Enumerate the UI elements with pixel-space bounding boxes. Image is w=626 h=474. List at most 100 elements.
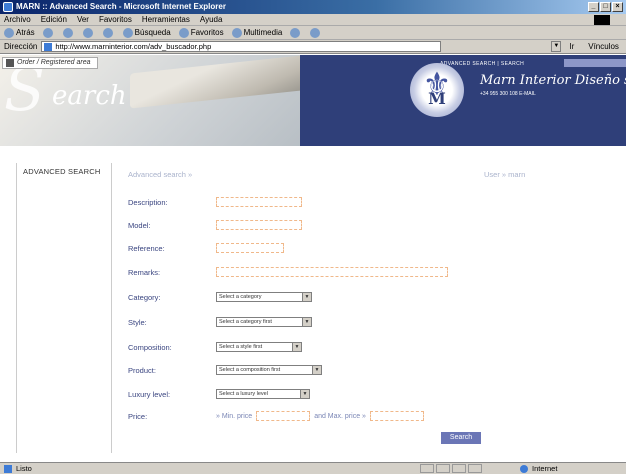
multimedia-button[interactable]: Multimedia bbox=[231, 27, 282, 38]
price-label: Price: bbox=[128, 411, 148, 421]
search-icon bbox=[122, 27, 133, 38]
composition-row: Composition: Select a style first ▼ bbox=[128, 341, 302, 353]
browser-toolbar: Atrás Búsqueda Favoritos Multimedia bbox=[0, 26, 626, 40]
category-select[interactable]: Select a category ▼ bbox=[216, 292, 312, 302]
style-row: Style: Select a category first ▼ bbox=[128, 316, 312, 328]
stop-button[interactable] bbox=[62, 27, 75, 38]
sidebar-item-advanced-search[interactable]: ADVANCED SEARCH bbox=[17, 163, 111, 176]
description-input[interactable] bbox=[216, 197, 302, 207]
home-button[interactable] bbox=[102, 27, 115, 38]
page-status-icon bbox=[4, 464, 12, 473]
multimedia-icon bbox=[231, 27, 242, 38]
search-button[interactable]: Search bbox=[441, 432, 481, 444]
nav-lighting[interactable]: LIGHTING bbox=[231, 147, 259, 153]
status-cells bbox=[420, 464, 482, 473]
header-banner: S earch Order / Registered area bbox=[0, 55, 330, 146]
chevron-down-icon: ▼ bbox=[312, 366, 321, 374]
remarks-input[interactable] bbox=[216, 267, 448, 277]
maximize-button[interactable]: □ bbox=[600, 2, 611, 12]
breadcrumb[interactable]: Advanced search » bbox=[128, 170, 192, 179]
user-breadcrumb[interactable]: User » marn bbox=[484, 170, 525, 179]
luxury-label: Luxury level: bbox=[128, 389, 171, 399]
mail-icon bbox=[310, 27, 321, 38]
forward-button[interactable] bbox=[42, 27, 55, 38]
menu-edicion[interactable]: Edición bbox=[41, 15, 67, 24]
max-price-label: and Max. price » bbox=[314, 412, 366, 420]
product-row: Product: Select a composition first ▼ bbox=[128, 364, 322, 376]
windows-logo-icon bbox=[594, 15, 610, 25]
minimize-button[interactable]: _ bbox=[588, 2, 599, 12]
remarks-row: Remarks: bbox=[128, 266, 448, 278]
mail-button[interactable] bbox=[310, 27, 322, 38]
sidebar: ADVANCED SEARCH bbox=[16, 163, 112, 453]
url-dropdown-icon[interactable]: ▼ bbox=[551, 41, 562, 52]
status-bar: Listo Internet bbox=[0, 462, 626, 474]
menu-ayuda[interactable]: Ayuda bbox=[200, 15, 223, 24]
model-input[interactable] bbox=[216, 220, 302, 230]
window-controls: _ □ × bbox=[588, 2, 623, 12]
composition-label: Composition: bbox=[128, 342, 172, 352]
menu-herramientas[interactable]: Herramientas bbox=[142, 15, 190, 24]
max-price-input[interactable] bbox=[369, 411, 424, 421]
refresh-button[interactable] bbox=[82, 27, 95, 38]
description-row: Description: bbox=[128, 196, 302, 208]
min-price-input[interactable] bbox=[256, 411, 311, 421]
product-label: Product: bbox=[128, 365, 156, 375]
reference-row: Reference: bbox=[128, 242, 284, 254]
style-select[interactable]: Select a category first ▼ bbox=[216, 317, 312, 327]
header-brand-band: ADVANCED SEARCH | SEARCH ⚜ M Marn Interi… bbox=[300, 55, 626, 146]
favorites-icon bbox=[178, 27, 189, 38]
category-label: Category: bbox=[128, 292, 161, 302]
chevron-down-icon: ▼ bbox=[300, 390, 309, 398]
composition-select[interactable]: Select a style first ▼ bbox=[216, 342, 302, 352]
description-label: Description: bbox=[128, 197, 168, 207]
chevron-down-icon: ▼ bbox=[292, 343, 301, 351]
ie-icon bbox=[3, 2, 13, 12]
status-cell bbox=[468, 464, 482, 473]
refresh-icon bbox=[82, 27, 93, 38]
go-button[interactable]: Ir bbox=[569, 42, 574, 51]
menu-favoritos[interactable]: Favoritos bbox=[99, 15, 132, 24]
status-text: Listo bbox=[16, 464, 32, 473]
globe-icon bbox=[520, 464, 528, 473]
style-label: Style: bbox=[128, 317, 147, 327]
url-input[interactable]: http://www.marninterior.com/adv_buscador… bbox=[41, 41, 442, 52]
menu-bar: Archivo Edición Ver Favoritos Herramient… bbox=[0, 14, 626, 26]
history-icon bbox=[290, 27, 301, 38]
reference-label: Reference: bbox=[128, 243, 165, 253]
close-button[interactable]: × bbox=[612, 2, 623, 12]
logo-letter: M bbox=[428, 89, 446, 108]
links-button[interactable]: Vínculos bbox=[588, 42, 619, 51]
favorites-button[interactable]: Favoritos bbox=[178, 27, 224, 38]
page-icon bbox=[44, 42, 53, 51]
model-label: Model: bbox=[128, 220, 151, 230]
back-arrow-icon bbox=[4, 27, 14, 38]
nav-decoration[interactable]: DECORATION bbox=[277, 147, 315, 153]
brand-name: Marn Interior Diseño s bbox=[480, 73, 626, 88]
order-registered-link[interactable]: Order / Registered area bbox=[2, 57, 98, 69]
address-label: Dirección bbox=[4, 42, 38, 51]
contact-info[interactable]: +34 955 300 108 E-MAIL bbox=[480, 91, 536, 97]
window-titlebar: MARN :: Advanced Search - Microsoft Inte… bbox=[0, 0, 626, 14]
marn-logo: ⚜ M bbox=[410, 63, 464, 117]
document-icon bbox=[6, 59, 14, 67]
history-button[interactable] bbox=[290, 27, 302, 38]
search-button-toolbar[interactable]: Búsqueda bbox=[122, 27, 171, 38]
menu-ver[interactable]: Ver bbox=[77, 15, 89, 24]
address-bar: Dirección http://www.marninterior.com/ad… bbox=[0, 40, 626, 54]
chevron-down-icon: ▼ bbox=[302, 318, 311, 326]
chevron-down-icon: ▼ bbox=[302, 293, 311, 301]
status-cell bbox=[436, 464, 450, 473]
menu-archivo[interactable]: Archivo bbox=[4, 15, 31, 24]
reference-input[interactable] bbox=[216, 243, 284, 253]
back-button[interactable]: Atrás bbox=[4, 27, 35, 38]
luxury-select[interactable]: Select a luxury level ▼ bbox=[216, 389, 310, 399]
min-price-label: » Min. price bbox=[216, 412, 253, 420]
remarks-label: Remarks: bbox=[128, 267, 161, 277]
nav-projects[interactable]: PROJECTS bbox=[333, 147, 364, 153]
nav-furniture[interactable]: FURNITURE bbox=[180, 147, 213, 153]
product-select[interactable]: Select a composition first ▼ bbox=[216, 365, 322, 375]
stop-icon bbox=[62, 27, 73, 38]
header-search-input[interactable] bbox=[564, 59, 626, 67]
site-header: S earch Order / Registered area ADVANCED… bbox=[0, 55, 626, 146]
